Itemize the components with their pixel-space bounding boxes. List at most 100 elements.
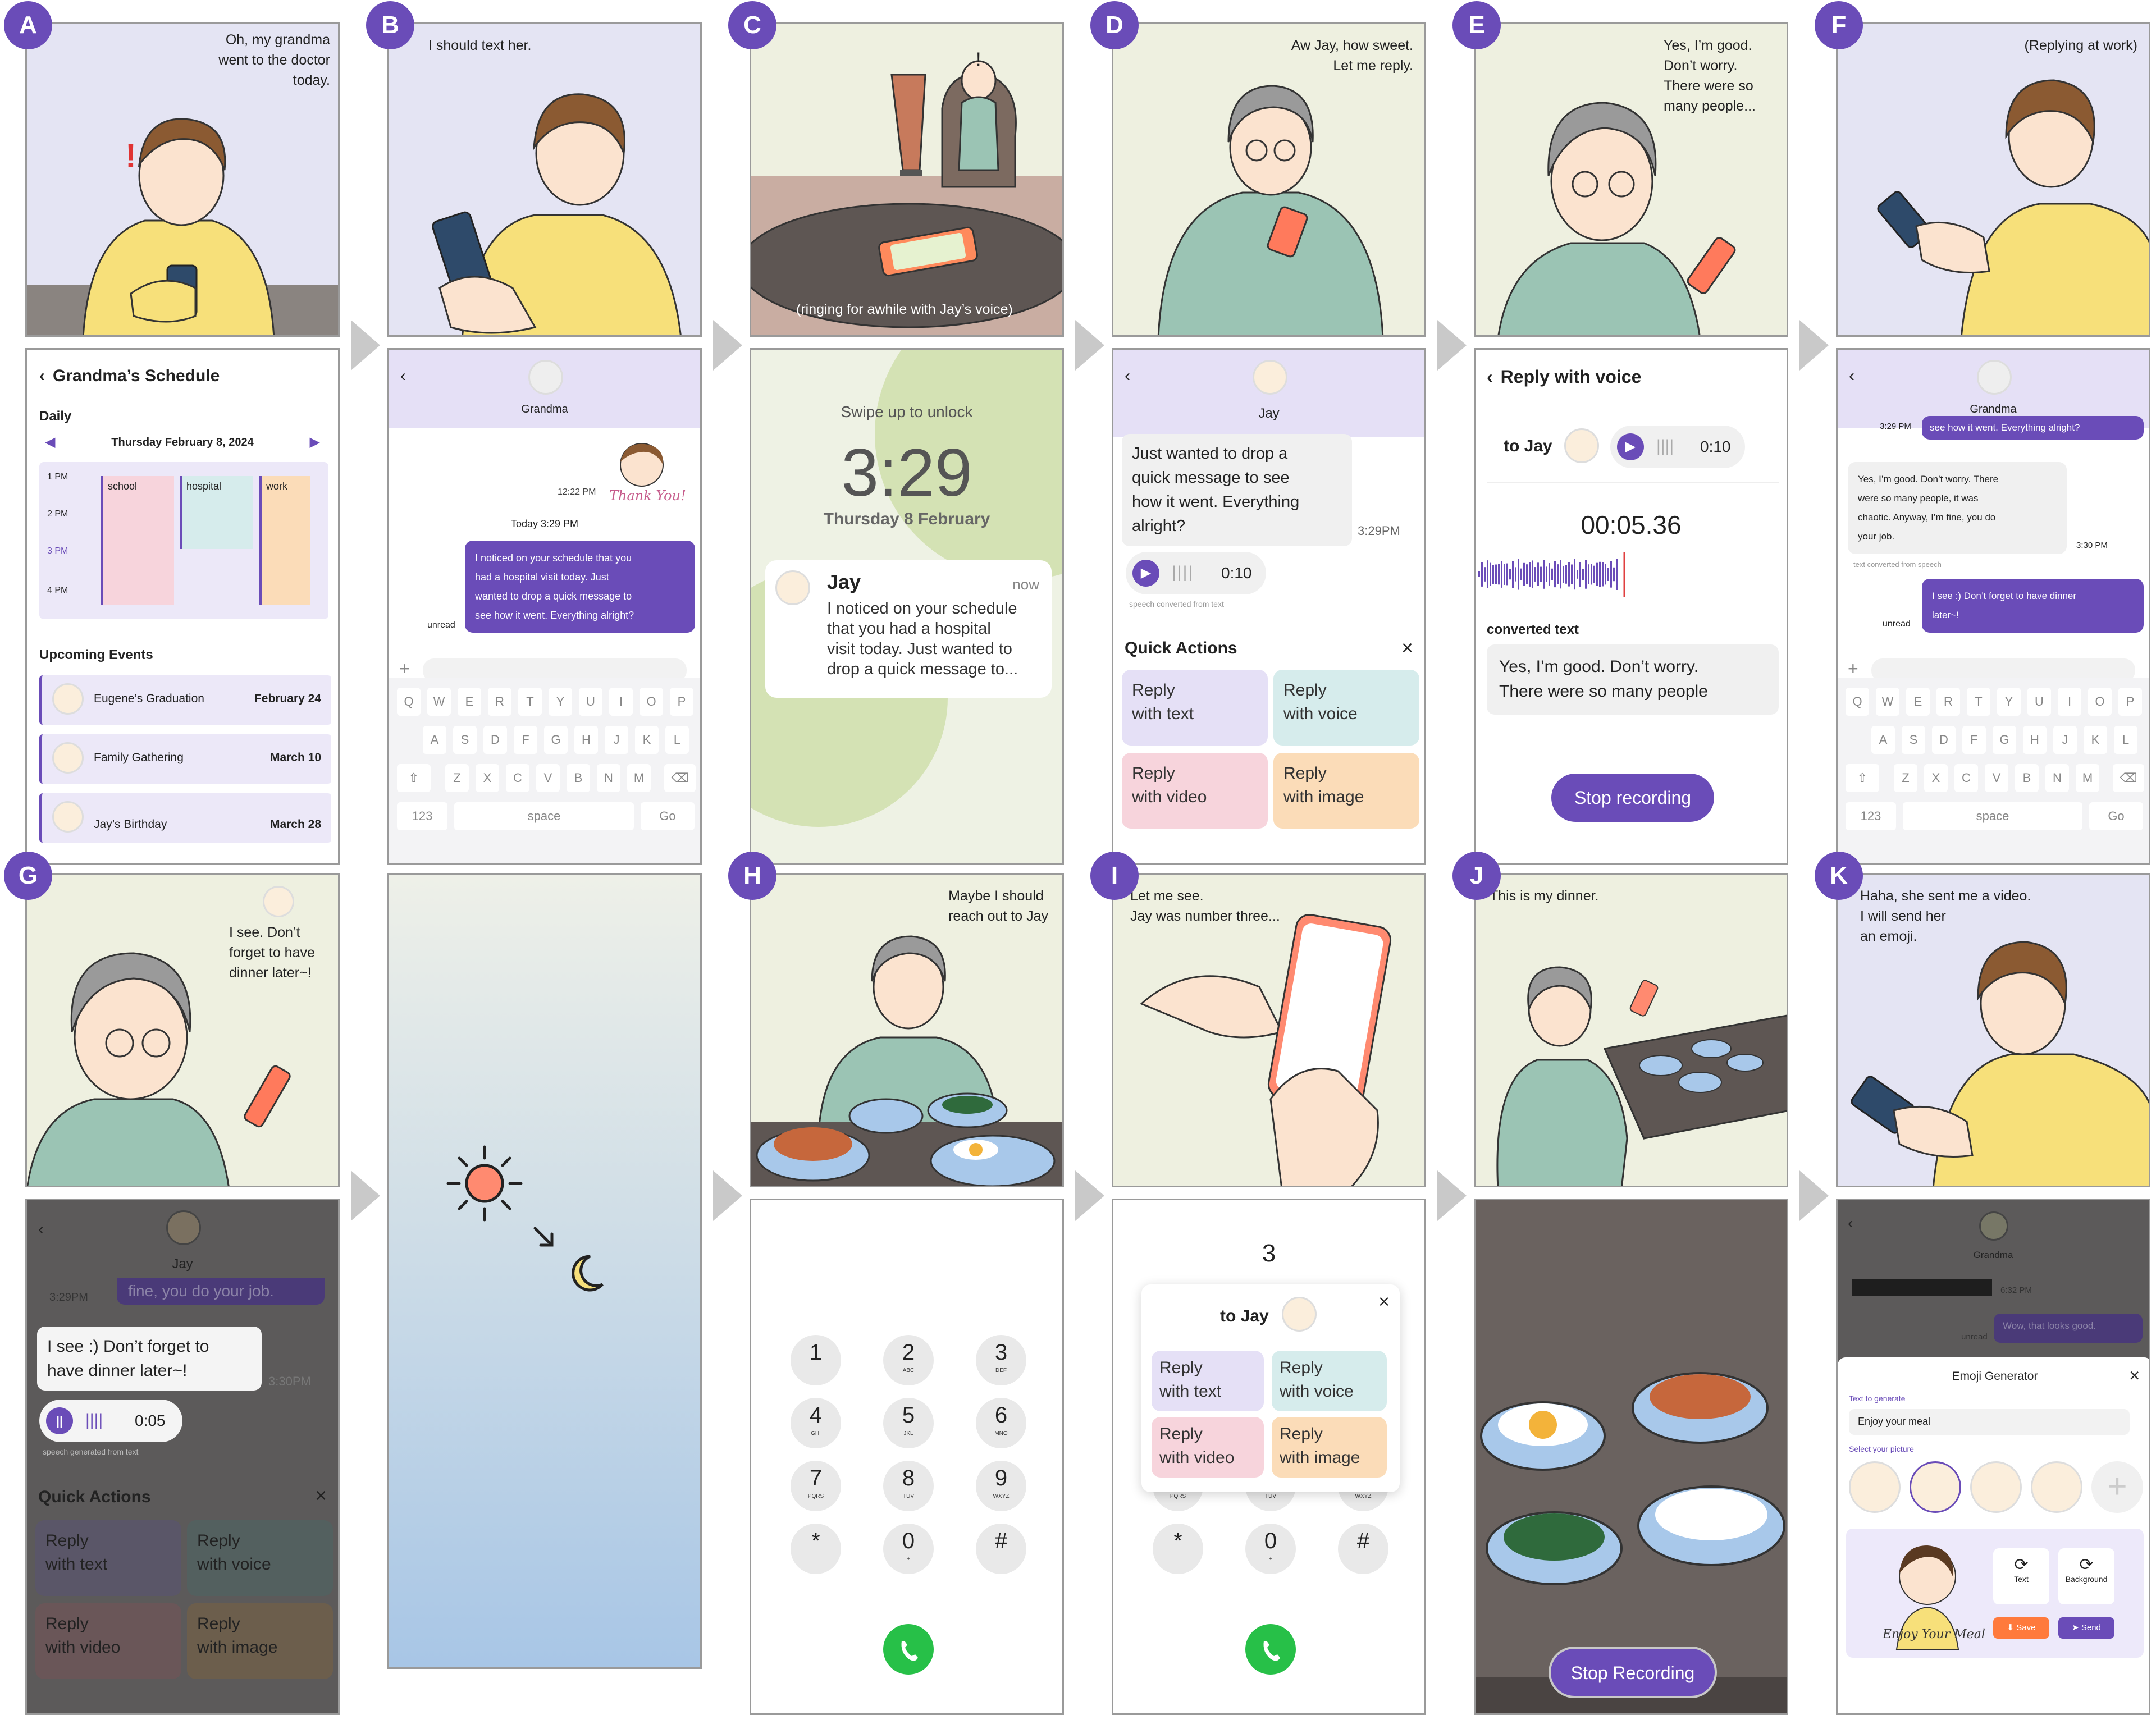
back-icon[interactable]: ‹ (400, 367, 406, 386)
picture-option[interactable] (1849, 1461, 1901, 1513)
keyboard[interactable]: Q W E R T Y U I O P A S D F G H J K L Z X C V B N M ⇧ ⌫ 123 space Go (1838, 678, 2149, 863)
key-s[interactable]: S (1902, 726, 1925, 754)
key-w[interactable]: W (427, 688, 451, 716)
key-m[interactable]: M (2076, 764, 2099, 792)
stop-recording-button[interactable]: Stop recording (1551, 774, 1714, 822)
space-key[interactable]: space (1903, 802, 2082, 830)
numbers-key[interactable]: 123 (397, 802, 447, 830)
key-j[interactable]: J (605, 726, 628, 754)
reply-with-text-button[interactable]: Reply with text (35, 1520, 181, 1596)
play-icon[interactable]: ▶ (1617, 433, 1644, 460)
key-m[interactable]: M (627, 764, 651, 792)
picture-option[interactable] (1970, 1461, 2022, 1513)
key-l[interactable]: L (665, 726, 689, 754)
key-i[interactable]: I (609, 688, 633, 716)
key-f[interactable]: F (1962, 726, 1986, 754)
key-h[interactable]: H (574, 726, 598, 754)
key-w[interactable]: W (1876, 688, 1899, 716)
keyboard[interactable]: Q W E R T Y U I O P A S D F G H J K L Z X C V B N M ⇧ ⌫ 123 space Go (389, 678, 700, 863)
key-u[interactable]: U (579, 688, 602, 716)
key-g[interactable]: G (544, 726, 568, 754)
key-q[interactable]: Q (397, 688, 421, 716)
key-r[interactable]: R (1936, 688, 1960, 716)
call-button[interactable] (1245, 1624, 1296, 1675)
close-icon[interactable]: × (315, 1484, 327, 1507)
back-icon[interactable]: ‹ (39, 367, 45, 385)
key-z[interactable]: Z (445, 764, 469, 792)
key-g[interactable]: G (1993, 726, 2016, 754)
reply-with-video-button[interactable]: Reply with video (35, 1603, 181, 1679)
dial-key[interactable]: 9WXYZ (976, 1461, 1026, 1511)
space-key[interactable]: space (454, 802, 634, 830)
key-t[interactable]: T (518, 688, 542, 716)
key-o[interactable]: O (640, 688, 663, 716)
event-block-work[interactable]: work (259, 476, 310, 605)
reply-with-video-button[interactable]: Reply with video (1152, 1417, 1264, 1478)
send-button[interactable]: ➤ Send (2058, 1617, 2114, 1639)
key-l[interactable]: L (2114, 726, 2137, 754)
reply-with-text-button[interactable]: Reply with text (1122, 670, 1268, 746)
dial-key[interactable]: 0 + (1245, 1524, 1296, 1574)
key-n[interactable]: N (597, 764, 620, 792)
stop-recording-button[interactable]: Stop Recording (1549, 1647, 1717, 1698)
key-h[interactable]: H (2023, 726, 2047, 754)
key-n[interactable]: N (2045, 764, 2069, 792)
dial-key[interactable]: 6 MNO (976, 1398, 1026, 1448)
save-button[interactable]: ⬇ Save (1993, 1617, 2049, 1639)
audio-player[interactable]: ▶ |||| 0:10 (1610, 426, 1745, 468)
reply-with-image-button[interactable]: Reply with image (187, 1603, 333, 1679)
key-x[interactable]: X (476, 764, 499, 792)
dial-key[interactable]: # (976, 1524, 1026, 1574)
dial-key[interactable]: 8TUV (883, 1461, 934, 1511)
numbers-key[interactable]: 123 (1846, 802, 1896, 830)
back-icon[interactable]: ‹ (1849, 367, 1854, 386)
key-b[interactable]: B (567, 764, 590, 792)
key-e[interactable]: E (458, 688, 481, 716)
reply-with-voice-button[interactable]: Reply with voice (1272, 1351, 1387, 1411)
reply-with-voice-button[interactable]: Reply with voice (187, 1520, 333, 1596)
back-icon[interactable]: ‹ (1487, 367, 1493, 387)
key-j[interactable]: J (2053, 726, 2077, 754)
key-d[interactable]: D (1932, 726, 1956, 754)
key-p[interactable]: P (2118, 688, 2142, 716)
notification-card[interactable]: Jay now I noticed on your schedule that y… (765, 560, 1052, 698)
event-row[interactable]: Jay’s Birthday March 28 (39, 793, 331, 843)
dial-key[interactable]: 7PQRS (791, 1461, 841, 1511)
key-t[interactable]: T (1967, 688, 1990, 716)
key-v[interactable]: V (1985, 764, 2008, 792)
dial-key[interactable]: 0 + (883, 1524, 934, 1574)
reply-with-voice-button[interactable]: Reply with voice (1273, 670, 1419, 746)
add-icon[interactable]: + (399, 658, 410, 679)
backspace-key[interactable]: ⌫ (2113, 764, 2144, 792)
play-icon[interactable]: ▶ (1132, 560, 1159, 587)
go-key[interactable]: Go (641, 802, 695, 830)
shift-key[interactable]: ⇧ (397, 764, 431, 792)
back-icon[interactable]: ‹ (1848, 1214, 1853, 1232)
reply-with-video-button[interactable]: Reply with video (1122, 753, 1268, 829)
key-i[interactable]: I (2058, 688, 2081, 716)
key-a[interactable]: A (423, 726, 446, 754)
picture-option[interactable] (2031, 1461, 2082, 1513)
key-u[interactable]: U (2027, 688, 2051, 716)
pause-icon[interactable]: || (46, 1407, 73, 1434)
key-p[interactable]: P (670, 688, 693, 716)
key-a[interactable]: A (1871, 726, 1895, 754)
key-k[interactable]: K (635, 726, 659, 754)
audio-player[interactable]: ▶ |||| 0:10 (1126, 552, 1266, 594)
swipe-hint[interactable]: Swipe up to unlock (751, 403, 1062, 421)
backspace-key[interactable]: ⌫ (664, 764, 696, 792)
key-k[interactable]: K (2084, 726, 2107, 754)
key-b[interactable]: B (2015, 764, 2039, 792)
dial-key[interactable]: 5 JKL (883, 1398, 934, 1448)
event-row[interactable]: Eugene’s Graduation February 24 (39, 675, 331, 725)
event-row[interactable]: Family Gathering March 10 (39, 734, 331, 784)
audio-player[interactable]: || |||| 0:05 (39, 1400, 182, 1442)
background-style-button[interactable]: ⟳ Background (2058, 1548, 2114, 1604)
key-y[interactable]: Y (1997, 688, 2021, 716)
key-q[interactable]: Q (1846, 688, 1869, 716)
key-v[interactable]: V (536, 764, 560, 792)
dial-key[interactable]: * (1153, 1524, 1203, 1574)
reply-with-text-button[interactable]: Reply with text (1152, 1351, 1264, 1411)
close-icon[interactable]: × (1378, 1291, 1390, 1313)
back-icon[interactable]: ‹ (38, 1220, 44, 1239)
